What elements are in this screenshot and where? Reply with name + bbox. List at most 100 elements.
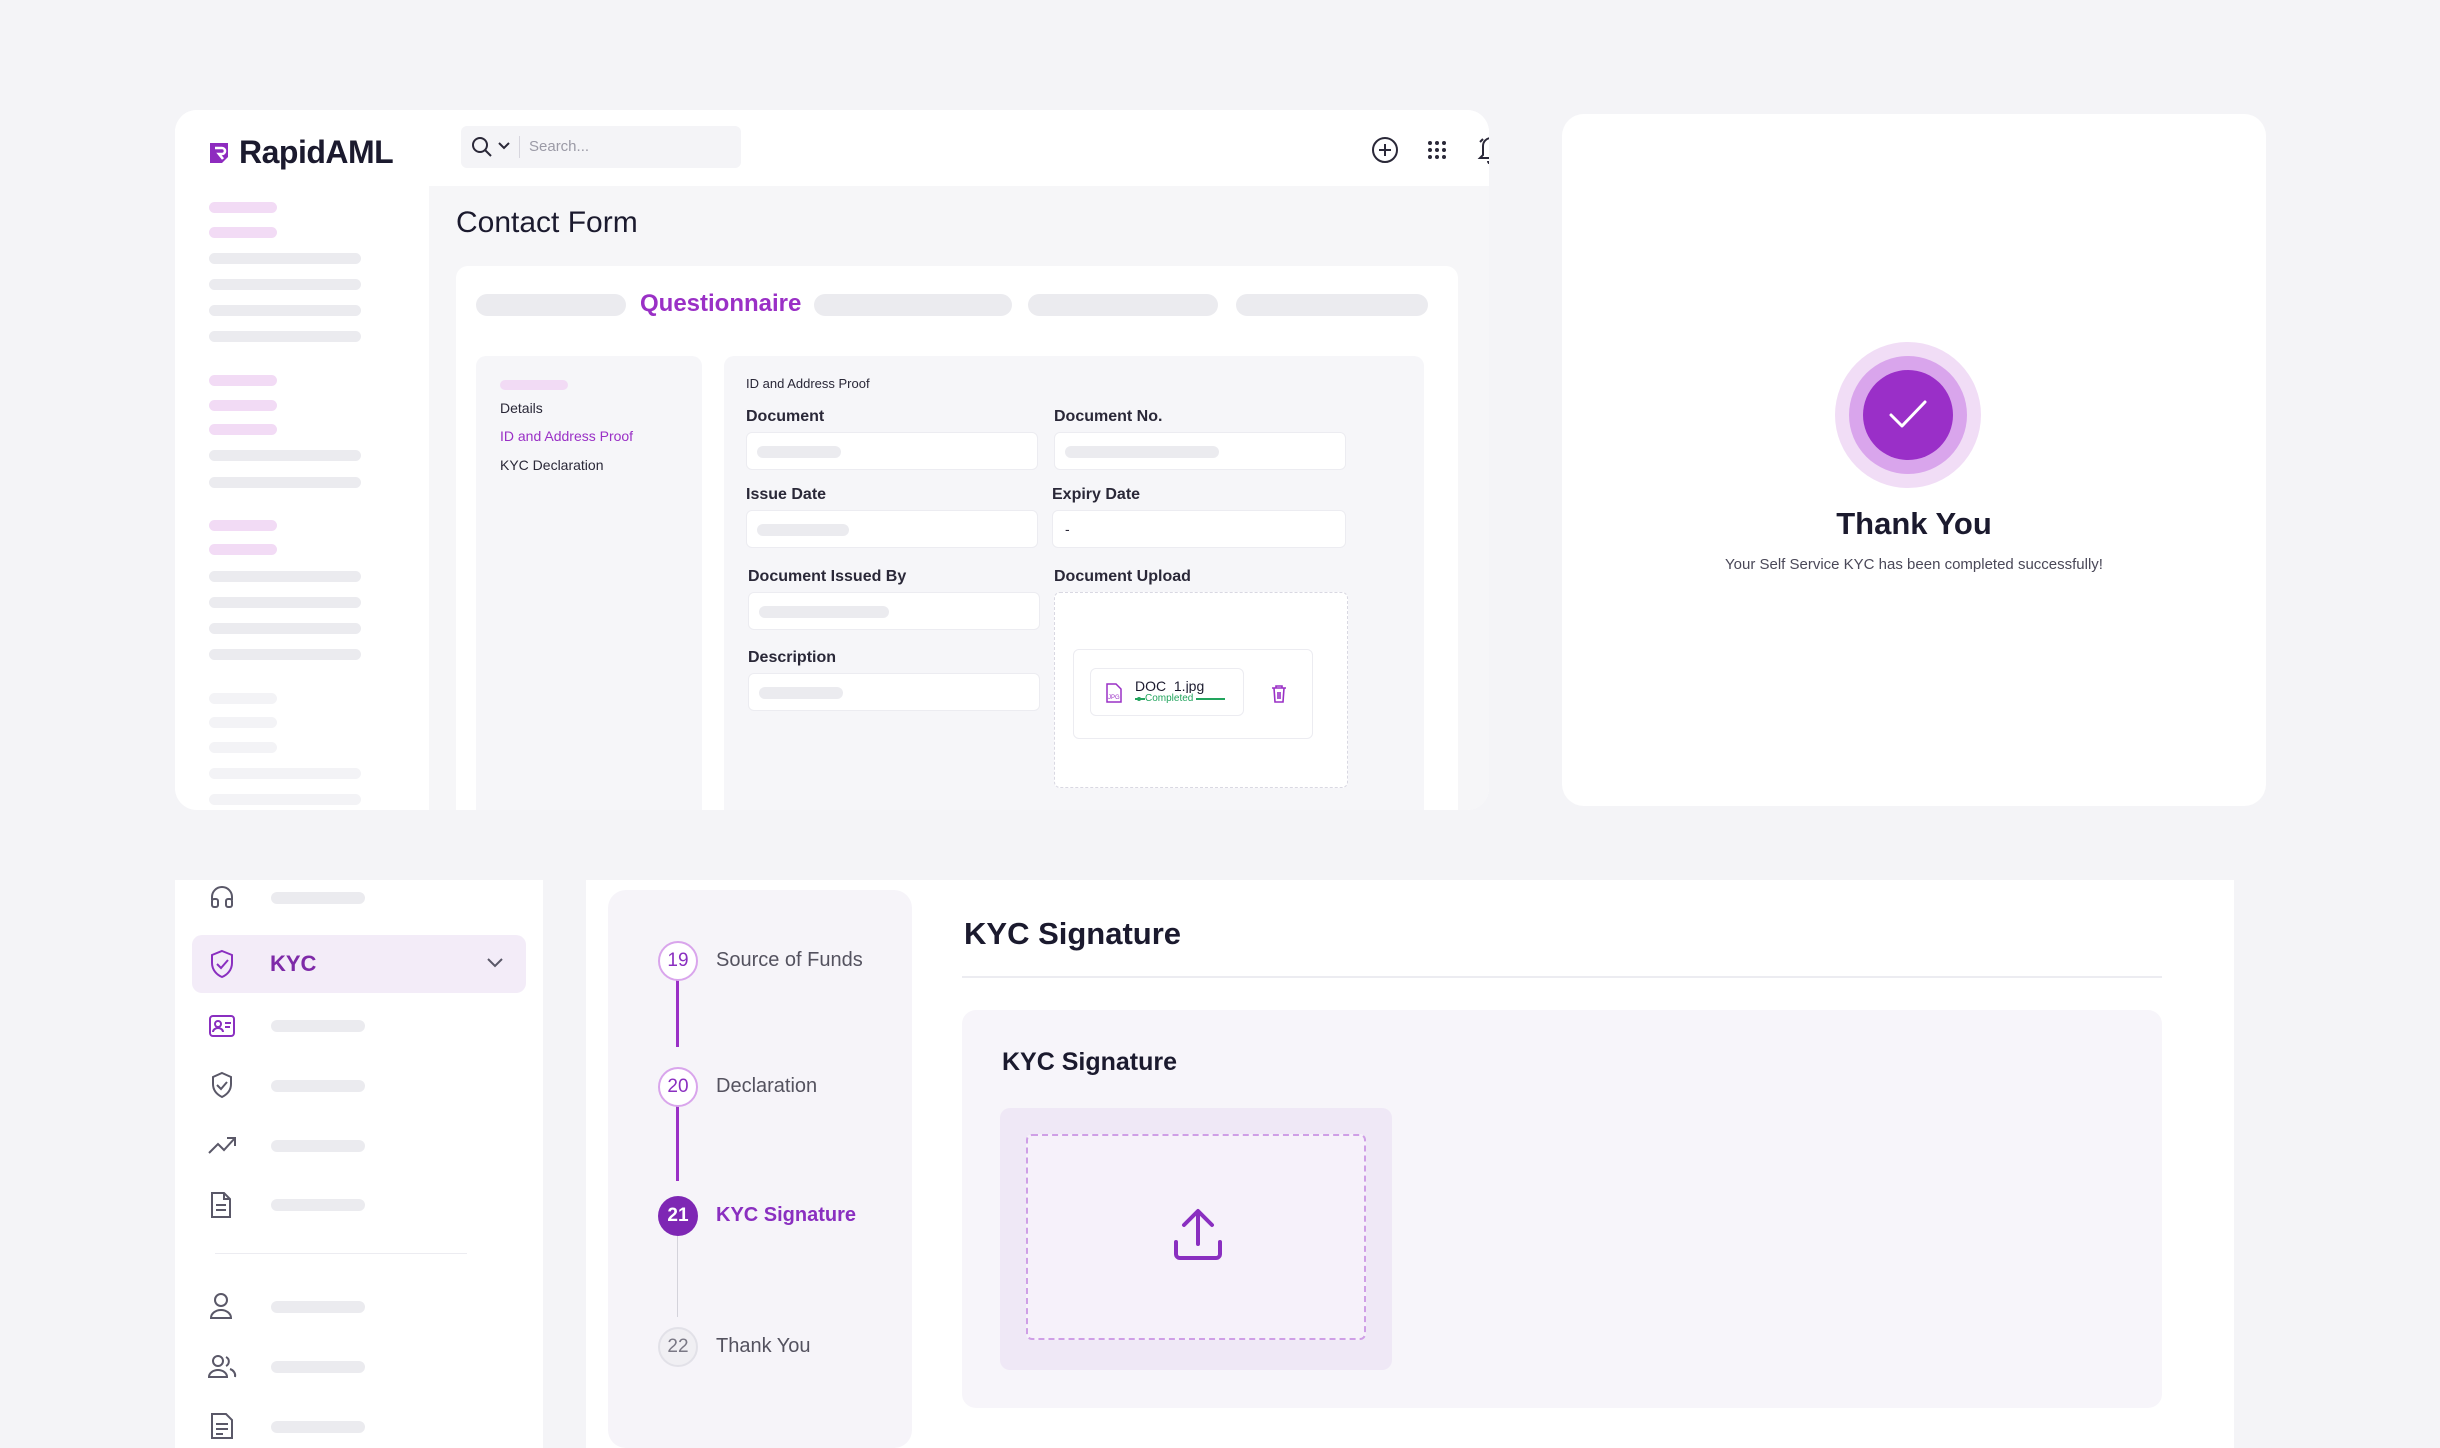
- step-20-label[interactable]: Declaration: [716, 1075, 817, 1098]
- step-19-label[interactable]: Source of Funds: [716, 949, 863, 972]
- issue-date-field[interactable]: [746, 510, 1038, 548]
- document-upload-dropzone[interactable]: JPG DOC_1.jpg Completed: [1054, 592, 1348, 788]
- expiry-date-field[interactable]: -: [1052, 510, 1346, 548]
- signature-card: KYC Signature: [962, 1010, 2162, 1408]
- form-card: Questionnaire Details ID and Address Pro…: [456, 266, 1458, 810]
- nav-skeleton: [209, 768, 361, 779]
- nav-skeleton: [271, 1199, 365, 1211]
- success-badge: [1863, 370, 1953, 460]
- search-icon[interactable]: [471, 136, 493, 158]
- nav-skeleton: [209, 544, 277, 555]
- field-skeleton: [757, 524, 849, 536]
- nav-skeleton: [209, 597, 361, 608]
- nav-skeleton: [209, 717, 277, 728]
- thank-you-panel: Thank You Your Self Service KYC has been…: [1562, 114, 2266, 806]
- expiry-date-label: Expiry Date: [1052, 486, 1141, 503]
- brand-name: RapidAML: [239, 134, 394, 170]
- sidebar-item-kyc-label: KYC: [270, 951, 317, 976]
- description-label: Description: [748, 649, 837, 666]
- issue-date-label: Issue Date: [746, 486, 827, 503]
- step-20-number[interactable]: 20: [658, 1067, 698, 1107]
- upload-icon[interactable]: [1172, 1208, 1224, 1262]
- step-connector: [677, 1231, 678, 1317]
- sidebar-kyc-panel: KYC: [175, 880, 543, 1448]
- nav-skeleton: [209, 742, 277, 753]
- field-skeleton: [759, 687, 843, 699]
- issued-by-label: Document Issued By: [748, 568, 907, 585]
- description-field[interactable]: [748, 673, 1040, 711]
- step-21-label[interactable]: KYC Signature: [716, 1204, 856, 1227]
- form-area: ID and Address Proof Document Document N…: [724, 356, 1424, 810]
- kyc-signature-title: KYC Signature: [964, 916, 1182, 951]
- document-upload-label: Document Upload: [1054, 568, 1191, 585]
- field-skeleton: [759, 606, 889, 618]
- upload-file-card: JPG DOC_1.jpg Completed: [1073, 649, 1313, 739]
- search-input[interactable]: Search...: [529, 138, 589, 155]
- sidebar-item-kyc[interactable]: KYC: [192, 935, 526, 993]
- nav-skeleton: [209, 424, 277, 435]
- document-no-label: Document No.: [1054, 408, 1163, 425]
- contact-form-panel: RapidAML Search... Contact Form Question…: [175, 110, 1489, 810]
- sidebar: RapidAML: [175, 110, 429, 810]
- logo-icon: [207, 140, 231, 166]
- nav-skeleton: [209, 649, 361, 660]
- step-questionnaire[interactable]: Questionnaire: [640, 290, 801, 318]
- plus-circle-icon[interactable]: [1371, 136, 1399, 164]
- step-skeleton[interactable]: [1236, 294, 1428, 316]
- page-title: Contact Form: [456, 206, 638, 239]
- search-divider: [519, 136, 520, 158]
- file-item[interactable]: JPG DOC_1.jpg Completed: [1090, 668, 1244, 716]
- sub-nav-item-id-address-proof[interactable]: ID and Address Proof: [500, 428, 633, 444]
- nav-skeleton: [209, 305, 361, 316]
- search-bar[interactable]: Search...: [461, 126, 741, 168]
- step-19-number[interactable]: 19: [658, 941, 698, 981]
- nav-skeleton: [209, 520, 277, 531]
- sub-nav-item-kyc-declaration[interactable]: KYC Declaration: [500, 457, 604, 473]
- headset-icon[interactable]: [208, 884, 236, 912]
- step-21-number[interactable]: 21: [658, 1196, 698, 1236]
- nav-skeleton: [271, 1421, 365, 1433]
- step-22-number[interactable]: 22: [658, 1327, 698, 1367]
- status-dot: [1137, 697, 1141, 701]
- sub-nav-skeleton: [500, 380, 568, 390]
- kyc-stepper: 19 Source of Funds 20 Declaration 21 KYC…: [608, 890, 912, 1448]
- nav-skeleton: [209, 331, 361, 342]
- users-icon[interactable]: [207, 1353, 237, 1379]
- trend-icon[interactable]: [207, 1134, 237, 1156]
- user-icon[interactable]: [209, 1292, 233, 1320]
- nav-skeleton: [209, 693, 277, 704]
- brand-logo[interactable]: RapidAML: [207, 134, 394, 171]
- nav-skeleton: [271, 1080, 365, 1092]
- id-card-icon[interactable]: [208, 1013, 236, 1039]
- sub-nav: Details ID and Address Proof KYC Declara…: [476, 356, 702, 810]
- nav-skeleton: [271, 1361, 365, 1373]
- chevron-down-icon[interactable]: [486, 957, 504, 969]
- chevron-down-icon[interactable]: [497, 141, 511, 151]
- nav-skeleton: [209, 375, 277, 386]
- trash-icon[interactable]: [1270, 684, 1288, 704]
- nav-skeleton: [209, 477, 361, 488]
- bell-icon[interactable]: [1477, 134, 1489, 164]
- nav-skeleton: [209, 794, 361, 805]
- report-icon[interactable]: [209, 1412, 235, 1440]
- jpg-file-icon: JPG: [1105, 683, 1123, 703]
- step-skeleton[interactable]: [1028, 294, 1218, 316]
- step-22-label[interactable]: Thank You: [716, 1335, 811, 1358]
- sub-nav-item-details[interactable]: Details: [500, 400, 543, 416]
- document-no-field[interactable]: [1054, 432, 1346, 470]
- step-connector: [676, 971, 679, 1047]
- document-label: Document: [746, 408, 825, 425]
- document-icon[interactable]: [209, 1191, 233, 1219]
- step-skeleton[interactable]: [476, 294, 626, 316]
- issued-by-field[interactable]: [748, 592, 1040, 630]
- nav-skeleton: [271, 1301, 365, 1313]
- thank-you-title: Thank You: [1836, 506, 1992, 541]
- signature-upload-dropzone[interactable]: [1026, 1134, 1366, 1340]
- shield-icon[interactable]: [209, 1071, 235, 1099]
- step-skeleton[interactable]: [814, 294, 1012, 316]
- thank-you-message: Your Self Service KYC has been completed…: [1725, 556, 2103, 573]
- nav-skeleton: [209, 450, 361, 461]
- document-field[interactable]: [746, 432, 1038, 470]
- field-skeleton: [1065, 446, 1219, 458]
- grid-icon[interactable]: [1427, 140, 1447, 160]
